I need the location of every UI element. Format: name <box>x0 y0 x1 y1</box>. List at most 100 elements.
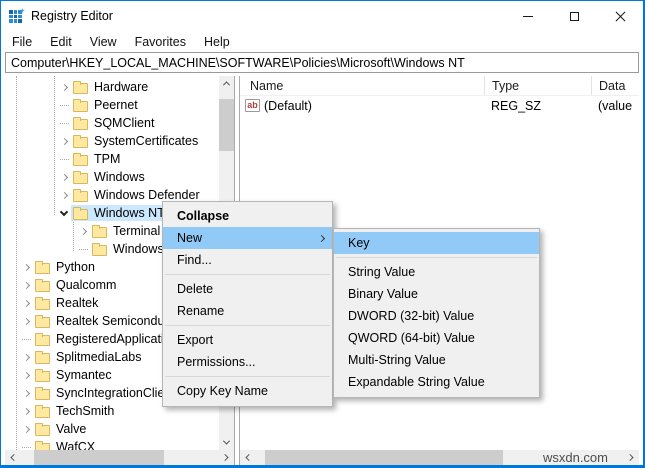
maximize-button[interactable] <box>551 1 597 31</box>
scroll-thumb[interactable] <box>34 450 164 465</box>
menu-file[interactable]: File <box>3 33 41 51</box>
tree-item-valve[interactable]: Valve <box>5 420 219 438</box>
menu-item-label: Permissions... <box>177 355 256 369</box>
address-bar[interactable]: Computer\HKEY_LOCAL_MACHINE\SOFTWARE\Pol… <box>5 52 639 73</box>
chevron-right-icon[interactable] <box>76 224 90 238</box>
chevron-right-icon[interactable] <box>19 314 33 328</box>
menu-item-string-value[interactable]: String Value <box>334 261 539 283</box>
tree-item-label: Windows Defender <box>94 188 200 202</box>
menu-item-find[interactable]: Find... <box>163 249 332 271</box>
chevron-right-icon[interactable] <box>19 260 33 274</box>
menu-item-rename[interactable]: Rename <box>163 300 332 322</box>
chevron-right-icon[interactable] <box>57 188 71 202</box>
tree-item-windows[interactable]: Windows <box>5 168 219 186</box>
tree-item-label: SyncIntegrationClie <box>56 386 164 400</box>
menu-item-label: Delete <box>177 282 213 296</box>
minimize-icon <box>523 16 533 17</box>
scroll-track[interactable] <box>20 450 219 465</box>
tree-item-label: Symantec <box>56 368 112 382</box>
menu-view[interactable]: View <box>81 33 126 51</box>
submenu-arrow-icon <box>318 234 325 241</box>
tree-item-label: Realtek Semicondu <box>56 314 164 328</box>
title-bar[interactable]: Registry Editor <box>1 1 643 31</box>
address-bar-container: Computer\HKEY_LOCAL_MACHINE\SOFTWARE\Pol… <box>1 52 643 76</box>
scroll-left-button[interactable] <box>240 450 255 465</box>
menu-item-export[interactable]: Export <box>163 329 332 351</box>
menu-item-multi-string-value[interactable]: Multi-String Value <box>334 349 539 371</box>
tree-item-wafcx[interactable]: WafCX <box>5 438 219 450</box>
tree-item-sqmclient[interactable]: SQMClient <box>5 114 219 132</box>
tree-item-label: Windows <box>113 242 164 256</box>
menu-item-permissions[interactable]: Permissions... <box>163 351 332 373</box>
menu-item-qword-64-bit-value[interactable]: QWORD (64-bit) Value <box>334 327 539 349</box>
menu-item-label: Multi-String Value <box>348 353 446 367</box>
menu-separator <box>165 325 330 326</box>
scroll-up-button[interactable] <box>219 76 234 91</box>
context-menu: Collapse NewFind... Delete Rename Export Perm… <box>162 201 333 407</box>
column-header-type[interactable]: Type <box>484 76 591 95</box>
chevron-right-icon[interactable] <box>19 296 33 310</box>
menu-help[interactable]: Help <box>195 33 239 51</box>
close-icon <box>615 11 626 22</box>
scroll-track[interactable]: wsxdn.com <box>255 450 624 465</box>
maximize-icon <box>570 12 579 21</box>
chevron-right-icon[interactable] <box>19 404 33 418</box>
close-button[interactable] <box>597 1 643 31</box>
menu-item-label: Rename <box>177 304 224 318</box>
scroll-left-button[interactable] <box>5 450 20 465</box>
string-value-icon: ab <box>245 99 260 112</box>
scroll-thumb[interactable] <box>219 99 234 151</box>
menu-item-key[interactable]: Key <box>334 232 539 254</box>
menu-item-label: Expandable String Value <box>348 375 485 389</box>
minimize-button[interactable] <box>505 1 551 31</box>
scroll-down-button[interactable] <box>219 435 234 450</box>
value-type: REG_SZ <box>484 99 591 113</box>
chevron-right-icon[interactable] <box>19 422 33 436</box>
menu-item-new[interactable]: New <box>163 227 332 249</box>
scroll-right-button[interactable] <box>219 450 234 465</box>
menu-item-label: Export <box>177 333 213 347</box>
folder-icon <box>35 425 50 436</box>
values-horizontal-scrollbar[interactable]: wsxdn.com <box>240 450 639 465</box>
menu-item-delete[interactable]: Delete <box>163 278 332 300</box>
column-header-data[interactable]: Data <box>591 76 639 95</box>
chevron-right-icon <box>627 454 634 461</box>
menu-item-expandable-string-value[interactable]: Expandable String Value <box>334 371 539 393</box>
chevron-right-icon[interactable] <box>19 386 33 400</box>
menu-separator <box>165 376 330 377</box>
menu-bar: FileEditViewFavoritesHelp <box>1 31 643 52</box>
menu-item-label: Copy Key Name <box>177 384 268 398</box>
scroll-right-button[interactable] <box>624 450 639 465</box>
column-header-name[interactable]: Name <box>240 76 484 95</box>
menu-item-collapse[interactable]: Collapse <box>163 205 332 227</box>
chevron-right-icon[interactable] <box>19 278 33 292</box>
folder-icon <box>73 209 88 220</box>
menu-item-label: Collapse <box>177 209 229 223</box>
menu-edit[interactable]: Edit <box>41 33 81 51</box>
folder-icon <box>73 191 88 202</box>
value-row-default[interactable]: ab (Default) REG_SZ (value <box>240 96 639 115</box>
tree-item-label: SystemCertificates <box>94 134 198 148</box>
menu-favorites[interactable]: Favorites <box>126 33 195 51</box>
menu-item-binary-value[interactable]: Binary Value <box>334 283 539 305</box>
tree-item-systemcertificates[interactable]: SystemCertificates <box>5 132 219 150</box>
tree-item-tpm[interactable]: TPM <box>5 150 219 168</box>
chevron-right-icon[interactable] <box>19 350 33 364</box>
menu-item-copy-key-name[interactable]: Copy Key Name <box>163 380 332 402</box>
registry-editor-window: Registry Editor FileEditViewFavoritesHel… <box>0 0 645 468</box>
scroll-thumb[interactable] <box>265 450 503 465</box>
tree-horizontal-scrollbar[interactable] <box>5 450 234 465</box>
tree-item-label: SplitmediaLabs <box>56 350 141 364</box>
chevron-down-icon[interactable] <box>57 206 71 220</box>
chevron-right-icon[interactable] <box>57 134 71 148</box>
chevron-right-icon[interactable] <box>57 170 71 184</box>
registry-app-icon <box>9 8 25 24</box>
tree-item-hardware[interactable]: Hardware <box>5 78 219 96</box>
folder-icon <box>35 443 50 451</box>
folder-icon <box>35 317 50 328</box>
menu-item-dword-32-bit-value[interactable]: DWORD (32-bit) Value <box>334 305 539 327</box>
folder-icon <box>73 155 88 166</box>
tree-item-peernet[interactable]: Peernet <box>5 96 219 114</box>
chevron-right-icon[interactable] <box>57 80 71 94</box>
chevron-right-icon[interactable] <box>19 368 33 382</box>
